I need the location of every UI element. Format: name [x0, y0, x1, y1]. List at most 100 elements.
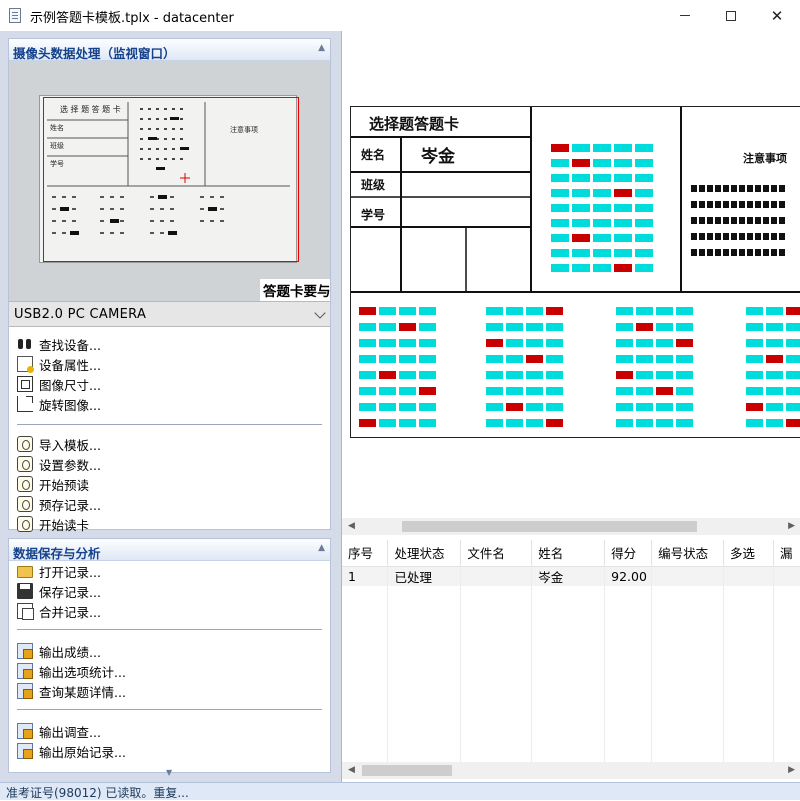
- import-template-label: 导入模板...: [39, 437, 101, 453]
- col-header-index[interactable]: 序号: [342, 540, 389, 567]
- answer-bubble: [766, 355, 783, 363]
- minimize-button[interactable]: [662, 0, 708, 31]
- answer-bubble: [486, 355, 503, 363]
- data-group: 数据保存与分析 ▲ 打开记录... 保存记录... 合并记录... 输出成绩..…: [8, 538, 331, 773]
- answer-bubble: [506, 403, 523, 411]
- answer-bubble: [766, 323, 783, 331]
- answer-bubble: [399, 403, 416, 411]
- status-text: 准考证号(98012) 已读取。重复...: [6, 786, 189, 800]
- cell-score: 92.00: [604, 566, 653, 586]
- answer-bubble: [486, 339, 503, 347]
- export-option-stats-label: 输出选项统计...: [39, 664, 126, 680]
- grid-line: [460, 566, 461, 764]
- col-header-multi[interactable]: 多选: [723, 540, 774, 567]
- number-bubble: [572, 249, 590, 257]
- answer-bubble: [359, 323, 376, 331]
- grid-line: [604, 566, 605, 764]
- device-properties-item[interactable]: 设备属性...: [17, 354, 101, 374]
- save-records-item[interactable]: 保存记录...: [17, 581, 101, 601]
- number-bubble: [551, 159, 569, 167]
- grid-hscroll-thumb[interactable]: [362, 765, 452, 776]
- answer-bubble: [359, 387, 376, 395]
- merge-records-item[interactable]: 合并记录...: [17, 601, 101, 621]
- answer-bubble: [399, 339, 416, 347]
- grid-hscrollbar[interactable]: ◀ ▶: [342, 762, 800, 779]
- prestore-records-item[interactable]: 预存记录...: [17, 494, 101, 514]
- set-parameters-label: 设置参数...: [39, 457, 101, 473]
- data-group-header[interactable]: 数据保存与分析 ▲: [9, 539, 330, 561]
- image-size-item[interactable]: 图像尺寸...: [17, 374, 101, 394]
- answer-bubble: [766, 339, 783, 347]
- export-survey-item[interactable]: 输出调查...: [17, 721, 101, 741]
- answer-bubble: [656, 387, 673, 395]
- note-glyph: [763, 249, 769, 256]
- number-bubble: [572, 159, 590, 167]
- collapse-up-icon[interactable]: ▲: [318, 543, 325, 553]
- export-raw-records-item[interactable]: 输出原始记录...: [17, 741, 126, 761]
- col-header-score[interactable]: 得分: [604, 540, 653, 567]
- start-read-card-item[interactable]: 开始读卡: [17, 514, 89, 534]
- maximize-button[interactable]: [708, 0, 754, 31]
- query-question-detail-item[interactable]: 查询某题详情...: [17, 681, 126, 701]
- scroll-right-icon[interactable]: ▶: [788, 765, 795, 775]
- preview-banner-text: 答题卡要与: [260, 279, 330, 301]
- collapse-up-icon[interactable]: ▲: [318, 43, 325, 53]
- sheet-notes-title: 注意事项: [743, 151, 787, 165]
- query-question-detail-label: 查询某题详情...: [39, 684, 126, 700]
- note-glyph: [707, 201, 713, 208]
- col-header-filename[interactable]: 文件名: [460, 540, 533, 567]
- set-parameters-item[interactable]: 设置参数...: [17, 454, 101, 474]
- answer-bubble: [419, 323, 436, 331]
- answer-bubble: [786, 387, 800, 395]
- number-bubble: [614, 264, 632, 272]
- answer-bubble: [616, 323, 633, 331]
- scroll-left-icon[interactable]: ◀: [348, 521, 355, 531]
- note-glyph: [779, 217, 785, 224]
- answer-bubble: [616, 355, 633, 363]
- answer-bubble: [419, 387, 436, 395]
- export-option-stats-item[interactable]: 输出选项统计...: [17, 661, 126, 681]
- sheet-field-number: 学号: [361, 207, 385, 222]
- col-header-status[interactable]: 处理状态: [387, 540, 462, 567]
- number-bubble: [572, 219, 590, 227]
- col-header-id-status[interactable]: 编号状态: [651, 540, 725, 567]
- export-icon: [17, 683, 33, 699]
- note-glyph: [723, 185, 729, 192]
- image-hscrollbar[interactable]: ◀ ▶: [342, 518, 800, 535]
- answer-bubble: [399, 307, 416, 315]
- export-scores-item[interactable]: 输出成绩...: [17, 641, 101, 661]
- table-row[interactable]: 1 已处理 岑金 92.00: [342, 566, 800, 586]
- note-glyph: [691, 249, 697, 256]
- camera-device-value: USB2.0 PC CAMERA: [14, 307, 147, 322]
- import-template-item[interactable]: 导入模板...: [17, 434, 101, 454]
- camera-group: 摄像头数据处理（监视窗口） ▲ 选 择 题 答 题 卡 姓名 班级 学号 注意事…: [8, 38, 331, 533]
- col-header-name[interactable]: 姓名: [531, 540, 606, 567]
- number-bubble: [635, 159, 653, 167]
- camera-group-header[interactable]: 摄像头数据处理（监视窗口） ▲: [9, 39, 330, 61]
- settings-icon: [17, 456, 33, 472]
- note-glyph: [699, 185, 705, 192]
- prestore-records-label: 预存记录...: [39, 497, 101, 513]
- answer-bubble: [359, 403, 376, 411]
- scroll-left-icon[interactable]: ◀: [348, 765, 355, 775]
- open-records-item[interactable]: 打开记录...: [17, 561, 101, 581]
- scroll-down-icon[interactable]: ▼: [166, 768, 172, 777]
- close-button[interactable]: ✕: [754, 0, 800, 31]
- save-icon: [17, 583, 33, 599]
- note-glyph: [739, 185, 745, 192]
- answer-bubble: [546, 339, 563, 347]
- note-glyph: [691, 201, 697, 208]
- start-preread-item[interactable]: 开始预读: [17, 474, 89, 494]
- rotate-image-item[interactable]: 旋转图像...: [17, 394, 101, 414]
- data-menu-divider: [17, 709, 322, 710]
- prestore-icon: [17, 496, 33, 512]
- camera-device-select[interactable]: USB2.0 PC CAMERA: [9, 301, 330, 327]
- open-records-label: 打开记录...: [39, 564, 101, 580]
- note-glyph: [755, 201, 761, 208]
- scroll-right-icon[interactable]: ▶: [788, 521, 795, 531]
- note-glyph: [691, 233, 697, 240]
- image-hscroll-thumb[interactable]: [402, 521, 697, 532]
- answer-bubble: [486, 371, 503, 379]
- find-device-item[interactable]: 查找设备...: [17, 334, 101, 354]
- col-header-missing[interactable]: 漏: [773, 540, 800, 567]
